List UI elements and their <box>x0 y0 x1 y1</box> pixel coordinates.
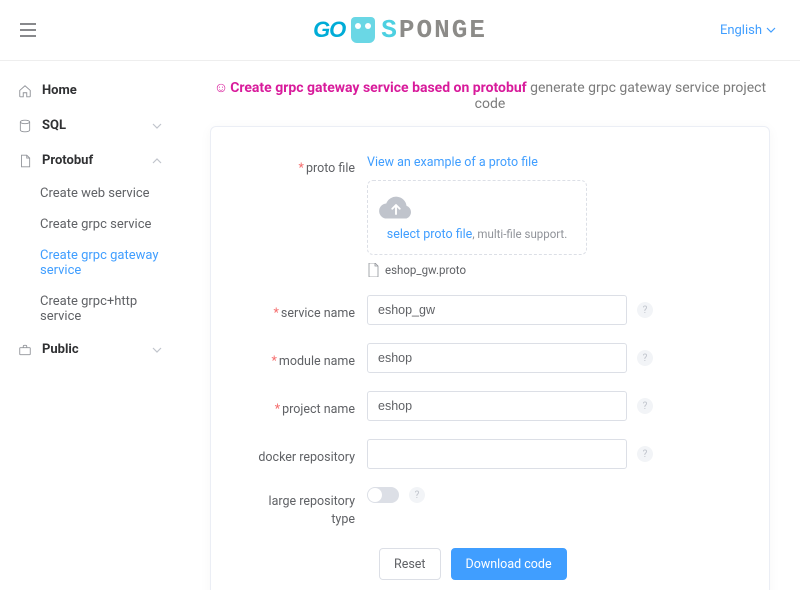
service-name-label: *service name <box>247 300 367 321</box>
large-repo-toggle[interactable] <box>367 487 399 503</box>
logo-sponge-text: SPONGE <box>381 15 487 45</box>
service-name-input[interactable] <box>367 295 627 325</box>
chevron-down-icon <box>766 25 776 35</box>
database-icon <box>18 119 34 133</box>
help-icon[interactable]: ? <box>637 302 653 318</box>
protobuf-submenu: Create web service Create grpc service C… <box>10 178 170 332</box>
language-selector[interactable]: English <box>720 23 776 38</box>
sidebar: Home SQL Protobuf Create web service Cre… <box>0 61 180 590</box>
language-label: English <box>720 23 762 38</box>
upload-text: select proto file, multi-file support. <box>378 227 576 242</box>
hamburger-menu-icon[interactable] <box>20 23 36 37</box>
docker-repo-label: docker repository <box>247 444 367 465</box>
sidebar-item-create-grpc-http-service[interactable]: Create grpc+http service <box>34 286 170 332</box>
help-icon[interactable]: ? <box>637 350 653 366</box>
chevron-down-icon <box>152 121 162 131</box>
sidebar-item-create-grpc-gateway-service[interactable]: Create grpc gateway service <box>34 240 170 286</box>
sidebar-item-sql[interactable]: SQL <box>10 108 170 143</box>
gopher-icon <box>351 17 375 43</box>
project-name-input[interactable] <box>367 391 627 421</box>
sidebar-item-public[interactable]: Public <box>10 332 170 367</box>
uploaded-file-name: eshop_gw.proto <box>385 263 466 277</box>
sidebar-protobuf-label: Protobuf <box>42 153 93 168</box>
download-code-button[interactable]: Download code <box>451 548 567 580</box>
form-card: *proto file View an example of a proto f… <box>210 126 770 590</box>
help-icon[interactable]: ? <box>637 398 653 414</box>
page-title: ☺Create grpc gateway service based on pr… <box>208 79 772 112</box>
sidebar-item-create-grpc-service[interactable]: Create grpc service <box>34 209 170 240</box>
project-name-label: *project name <box>247 396 367 417</box>
proto-example-link[interactable]: View an example of a proto file <box>367 155 538 170</box>
help-icon[interactable]: ? <box>637 446 653 462</box>
cloud-upload-icon <box>378 195 576 221</box>
sidebar-item-protobuf[interactable]: Protobuf <box>10 143 170 178</box>
briefcase-icon <box>18 343 34 357</box>
sidebar-sql-label: SQL <box>42 118 66 133</box>
reset-button[interactable]: Reset <box>379 548 441 580</box>
document-icon <box>18 154 34 168</box>
sidebar-item-create-web-service[interactable]: Create web service <box>34 178 170 209</box>
chevron-down-icon <box>152 345 162 355</box>
sidebar-item-home[interactable]: Home <box>10 73 170 108</box>
file-icon <box>367 263 379 277</box>
home-icon <box>18 84 34 98</box>
main-content: ☺Create grpc gateway service based on pr… <box>180 61 800 590</box>
uploaded-file-item[interactable]: eshop_gw.proto <box>367 263 466 277</box>
sidebar-home-label: Home <box>42 83 77 98</box>
logo-go-text: GO <box>313 17 345 43</box>
module-name-input[interactable] <box>367 343 627 373</box>
docker-repo-input[interactable] <box>367 439 627 469</box>
large-repo-label: large repository type <box>247 487 367 528</box>
proto-file-label: *proto file <box>247 155 367 176</box>
logo: GO SPONGE <box>20 15 780 45</box>
chevron-up-icon <box>152 156 162 166</box>
upload-dropzone[interactable]: select proto file, multi-file support. <box>367 180 587 255</box>
module-name-label: *module name <box>247 348 367 369</box>
help-icon[interactable]: ? <box>409 487 425 503</box>
sidebar-public-label: Public <box>42 342 79 357</box>
